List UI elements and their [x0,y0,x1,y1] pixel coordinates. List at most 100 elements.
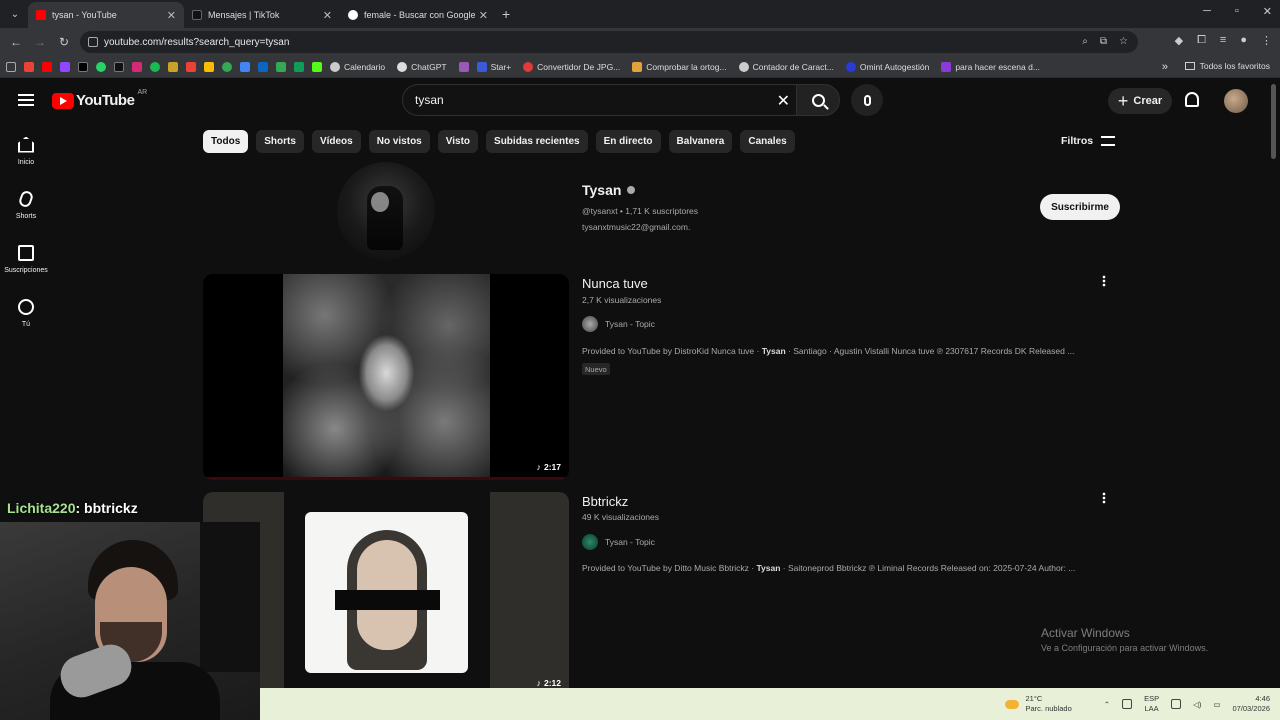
more-actions-icon[interactable] [1102,492,1106,504]
menu-icon[interactable]: ⋮ [1261,34,1272,47]
chip-shorts[interactable]: Shorts [256,130,304,153]
tray-chevron-icon[interactable]: ⌃ [1104,700,1110,709]
clear-search-icon[interactable]: ✕ [777,91,790,111]
more-actions-icon[interactable] [1102,275,1106,287]
reload-icon[interactable]: ↻ [52,35,76,49]
drive-icon[interactable] [240,61,250,72]
bookmark-calendario[interactable]: Calendario [330,61,385,72]
maps-icon[interactable] [276,61,286,72]
site-info-icon[interactable] [88,37,98,47]
keep-icon[interactable] [204,61,214,72]
install-icon[interactable]: ⧉ [1100,36,1107,47]
drive-icon[interactable] [168,61,178,72]
shorts-icon [17,188,35,209]
page-scrollbar[interactable] [1271,84,1276,159]
region-code: AR [137,89,148,96]
youtube-logo[interactable]: YouTube AR [52,89,148,109]
clock[interactable]: 4:46 07/03/2026 [1232,694,1270,714]
bookmark-star-plus[interactable]: Star+ [476,61,511,72]
spotify-icon[interactable] [150,61,160,72]
sidebar-item-suscripciones[interactable]: Suscripciones [0,232,52,286]
chip-en-directo[interactable]: En directo [595,130,661,153]
zoom-icon[interactable]: ⌕ [1082,36,1088,47]
create-button[interactable]: + Crear [1108,88,1172,114]
language-indicator[interactable]: ESP LAA [1144,694,1159,714]
url-field[interactable]: youtube.com/results?search_query=tysan ⌕… [80,31,1138,53]
instagram-icon[interactable] [132,61,142,72]
bookmark-chatgpt[interactable]: ChatGPT [397,61,447,72]
chip-canales[interactable]: Canales [740,130,795,153]
bookmark-contador[interactable]: Contador de Caract... [738,61,834,72]
sidebar-item-inicio[interactable]: Inicio [0,124,52,178]
tab-google[interactable]: female - Buscar con Google ✕ [340,2,496,28]
notifications-bell-icon[interactable] [1185,92,1199,107]
search-input[interactable]: tysan ✕ [402,84,796,116]
bookmark-ortografia[interactable]: Comprobar la ortog... [632,61,727,72]
minimize-icon[interactable]: ─ [1203,5,1211,18]
restore-icon[interactable]: ▫ [1235,5,1239,18]
sidebar-item-shorts[interactable]: Shorts [0,178,52,232]
video-title[interactable]: Nunca tuve [582,276,648,291]
weather-widget[interactable]: 21°C Parc. nublado [1005,694,1072,714]
bookmark-omint[interactable]: Omint Autogestión [845,61,929,72]
microphone-tray-icon[interactable] [1122,699,1133,709]
chip-todos[interactable]: Todos [203,130,249,153]
channel-name[interactable]: Tysan [582,182,636,198]
chip-no-vistos[interactable]: No vistos [368,130,430,153]
video-thumbnail[interactable]: ♪ 2:17 [203,274,569,480]
video-title[interactable]: Bbtrickz [582,494,628,509]
search-button[interactable] [796,84,840,116]
profile-icon[interactable]: ● [1240,34,1247,47]
video-channel[interactable]: Tysan - Topic [582,316,655,332]
chip-subidas-recientes[interactable]: Subidas recientes [486,130,588,153]
subscribe-button[interactable]: Suscribirme [1040,194,1120,220]
gmail-icon[interactable] [186,61,196,72]
voice-search-button[interactable] [851,84,883,116]
channel-avatar[interactable] [337,162,435,260]
tab-youtube[interactable]: tysan - YouTube ✕ [28,2,184,28]
chrome-icon[interactable] [222,61,232,72]
bookmark-icon[interactable] [458,61,469,72]
extension-icon[interactable]: ◆ [1175,34,1183,47]
filters-button[interactable]: Filtros [1061,135,1116,147]
close-tab-icon[interactable]: ✕ [323,9,332,22]
back-icon[interactable]: ← [4,35,28,49]
media-icon[interactable]: ≡ [1220,34,1226,47]
whatsapp-icon[interactable] [96,61,106,72]
bookmark-convertidor[interactable]: Convertidor De JPG... [523,61,620,72]
close-tab-icon[interactable]: ✕ [167,9,176,22]
tab-tiktok[interactable]: Mensajes | TikTok ✕ [184,2,340,28]
sheets-icon[interactable] [294,61,304,72]
twitch-icon[interactable] [60,61,70,72]
tiktok-favicon-icon [192,10,202,20]
chip-visto[interactable]: Visto [437,130,479,153]
bookmark-escena[interactable]: para hacer escena d... [941,61,1040,72]
account-avatar[interactable] [1224,89,1248,113]
linkedin-icon[interactable] [258,61,268,72]
chip-balvanera[interactable]: Balvanera [668,130,733,153]
volume-icon[interactable]: ◁) [1193,700,1201,709]
video-channel[interactable]: Tysan - Topic [582,534,655,550]
puzzle-icon[interactable]: ⧠ [1197,34,1206,47]
new-tab-icon[interactable]: + [502,6,510,22]
more-bookmarks-icon[interactable]: » [1162,61,1168,73]
all-bookmarks[interactable]: Todos los favoritos [1184,61,1270,71]
sidebar-item-tu[interactable]: Tú [0,286,52,340]
star-icon[interactable]: ☆ [1119,36,1128,47]
tab-search-icon[interactable]: ⌄ [2,3,28,25]
x-icon[interactable] [78,61,88,72]
tiktok-icon[interactable] [114,61,124,72]
close-window-icon[interactable]: ✕ [1263,5,1272,18]
close-tab-icon[interactable]: ✕ [479,9,488,22]
kick-icon[interactable] [312,61,322,72]
youtube-icon[interactable] [42,61,52,72]
menu-hamburger-icon[interactable] [18,94,34,106]
apps-icon[interactable] [6,61,16,72]
battery-icon[interactable]: ▭ [1213,700,1220,709]
bookmark-label: ChatGPT [411,61,447,72]
gmail-icon[interactable] [24,61,34,72]
chip-videos[interactable]: Vídeos [311,130,361,153]
video-channel-name: Tysan - Topic [605,319,655,329]
forward-icon[interactable]: → [28,35,52,49]
network-icon[interactable] [1171,699,1182,709]
